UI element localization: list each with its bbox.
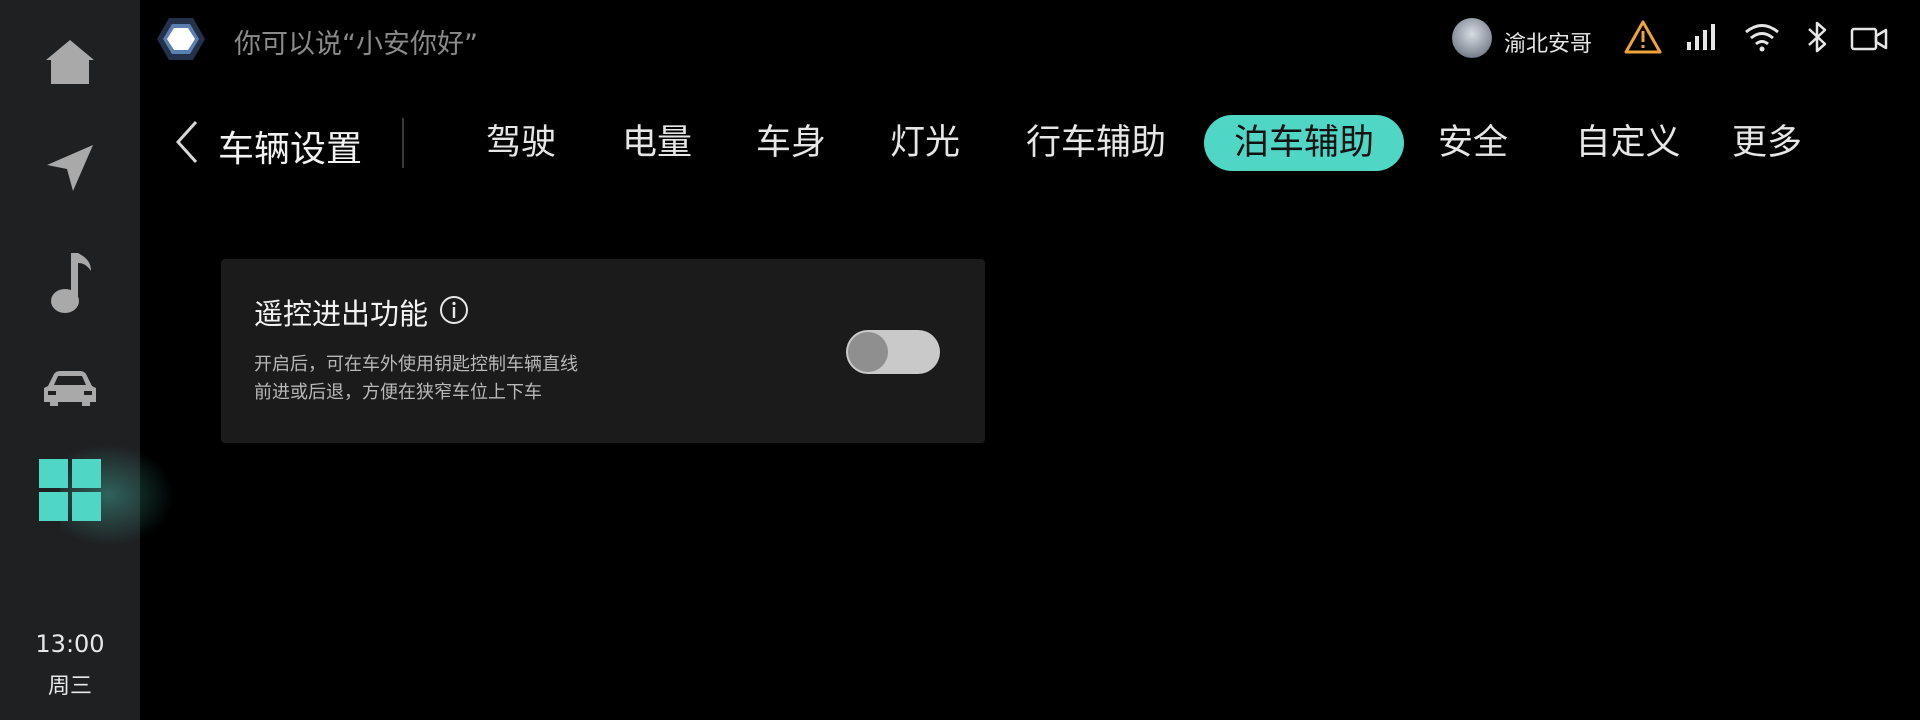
assistant-hint-text: 你可以说“小安你好” xyxy=(234,29,478,60)
tab-custom[interactable]: 自定义 xyxy=(1568,115,1688,171)
clock-day: 周三 xyxy=(47,674,92,699)
sidebar-item-music[interactable] xyxy=(0,234,140,334)
remote-parking-toggle[interactable] xyxy=(846,330,940,374)
music-icon xyxy=(51,253,91,313)
warning-icon[interactable] xyxy=(1624,20,1662,54)
signal-icon xyxy=(1687,24,1715,50)
sidebar: 13:00 周三 xyxy=(0,0,180,720)
header-divider xyxy=(402,118,404,168)
voice-assistant-icon[interactable] xyxy=(156,16,206,62)
setting-description-line-1: 开启后，可在车外使用钥匙控制车辆直线 xyxy=(254,354,578,375)
tab-driving[interactable]: 驾驶 xyxy=(476,115,566,171)
tab-lights[interactable]: 灯光 xyxy=(880,115,970,171)
user-name[interactable]: 渝北安哥 xyxy=(1504,26,1592,58)
camera-icon[interactable] xyxy=(1850,26,1888,52)
tab-body[interactable]: 车身 xyxy=(746,115,836,171)
setting-description-line-2: 前进或后退，方便在狭窄车位上下车 xyxy=(254,382,542,403)
car-icon xyxy=(44,371,96,406)
vehicle-settings-screen: 13:00 周三 你可以说“小安你好” 渝北安哥 车辆设置 驾驶 电量 车身 灯… xyxy=(0,0,1920,720)
tab-parking-assist[interactable]: 泊车辅助 xyxy=(1204,115,1404,171)
sidebar-item-navigation[interactable] xyxy=(0,118,140,218)
info-icon[interactable] xyxy=(439,295,469,325)
remote-parking-card: 遥控进出功能 开启后，可在车外使用钥匙控制车辆直线 前进或后退，方便在狭窄车位上… xyxy=(221,259,985,443)
sidebar-item-car[interactable] xyxy=(0,338,140,438)
tab-battery[interactable]: 电量 xyxy=(612,115,702,171)
clock-time: 13:00 xyxy=(35,630,105,658)
tab-driving-assist[interactable]: 行车辅助 xyxy=(1018,115,1174,171)
avatar[interactable] xyxy=(1452,18,1492,58)
toggle-knob xyxy=(848,332,888,372)
navigation-icon xyxy=(47,145,93,191)
setting-description: 开启后，可在车外使用钥匙控制车辆直线 前进或后退，方便在狭窄车位上下车 xyxy=(254,351,674,407)
bluetooth-icon xyxy=(1808,21,1827,53)
wifi-icon xyxy=(1745,24,1779,52)
sidebar-item-apps[interactable] xyxy=(0,440,140,540)
setting-title: 遥控进出功能 xyxy=(254,297,429,331)
back-icon[interactable] xyxy=(172,118,202,166)
apps-grid-icon xyxy=(39,459,101,521)
page-title: 车辆设置 xyxy=(218,129,363,170)
sidebar-item-home[interactable] xyxy=(0,12,140,112)
home-icon xyxy=(46,40,94,84)
tab-safety[interactable]: 安全 xyxy=(1428,115,1518,171)
tab-more[interactable]: 更多 xyxy=(1722,115,1812,171)
